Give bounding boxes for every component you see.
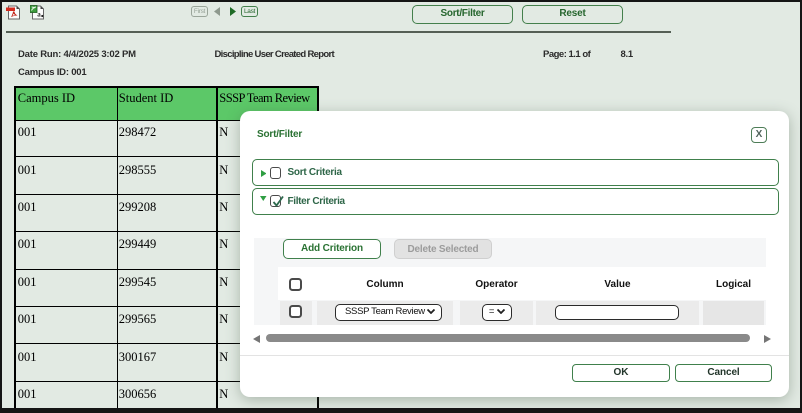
svg-text:a: a xyxy=(37,11,41,19)
